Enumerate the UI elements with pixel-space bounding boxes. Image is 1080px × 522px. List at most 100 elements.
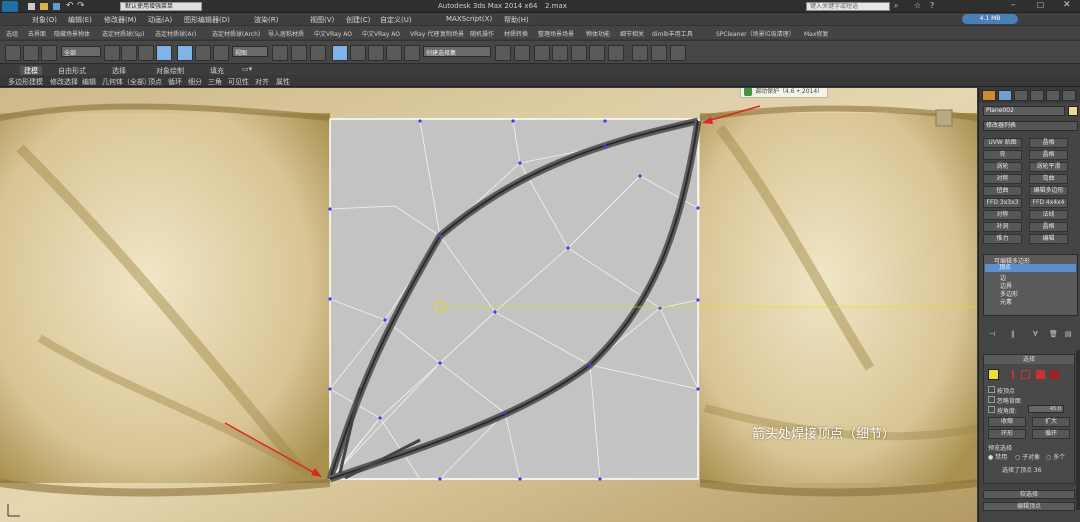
render-production-icon[interactable] [670,45,686,61]
select-object-icon[interactable] [104,45,120,61]
object-color-swatch[interactable] [1068,106,1078,116]
schematic-view-icon[interactable] [589,45,605,61]
selection-rollout-header[interactable]: 选择 [984,355,1074,364]
create-tab-icon[interactable] [982,90,996,101]
element-mode-icon[interactable] [1050,370,1059,379]
app-logo-icon[interactable] [2,1,18,12]
modifier-button-normal[interactable]: 法线 [1029,210,1068,220]
ribbon-panel-edit[interactable]: 编辑 [82,77,96,87]
ribbon-panel-triangulation[interactable]: 三角 [208,77,222,87]
undo-icon[interactable]: ↶ [66,1,74,11]
modifier-button-bend[interactable]: 弯曲 [1029,174,1068,184]
script-button[interactable]: 材质转换 [504,29,528,38]
modifier-button-ffd4[interactable]: FFD 4x4x4 [1029,198,1068,208]
script-button[interactable]: 整理场景场景 [538,29,574,38]
display-tab-icon[interactable] [1046,90,1060,101]
ribbon-options-icon[interactable]: ▭▾ [242,65,252,73]
preview-off-radio[interactable]: ● 禁用 [988,452,1007,461]
modifier-button-push[interactable]: 推力 [983,234,1022,244]
menu-edit[interactable]: 编辑(E) [68,15,92,25]
preview-subobject-radio[interactable]: ○ 子对象 [1015,452,1040,461]
script-button[interactable]: 导入居粘材质 [268,29,304,38]
search-input[interactable]: 键入关键字或短语 [806,2,890,11]
modifier-button-edit-poly[interactable]: 编辑多边形 [1029,186,1068,196]
help-icon[interactable]: ? [930,1,934,10]
percent-snap-icon[interactable] [368,45,384,61]
modifier-list-dropdown[interactable]: 修改器列表 [983,121,1078,131]
ribbon-panel-geometry[interactable]: 几何体（全部） [102,77,151,87]
ribbon-panel-loops[interactable]: 循环 [168,77,182,87]
modifier-button-symmetry[interactable]: 对称 [983,174,1022,184]
snap-toggle-icon[interactable] [332,45,348,61]
new-file-icon[interactable] [28,3,35,10]
by-vertex-checkbox[interactable]: 按顶点 [988,386,1015,395]
script-button[interactable]: dimlb丰用工具 [652,29,693,38]
modifier-button-symmetry[interactable]: 对称 [983,210,1022,220]
edge-mode-icon[interactable] [1005,370,1014,379]
ribbon-panel-visibility[interactable]: 可见性 [228,77,249,87]
angle-snap-icon[interactable] [350,45,366,61]
script-button[interactable]: 细节相关 [620,29,644,38]
motion-tab-icon[interactable] [1030,90,1044,101]
named-selection-dropdown[interactable]: 创建选择集 [423,46,491,57]
search-icon[interactable]: ⌕ [894,1,898,11]
panel-scrollbar[interactable] [1076,350,1080,510]
ring-button[interactable]: 环形 [988,429,1026,439]
pivot-center-icon[interactable] [272,45,288,61]
utilities-tab-icon[interactable] [1062,90,1076,101]
angle-spinner[interactable]: 45.0 [1028,405,1064,413]
script-button[interactable]: SPCleaner（场景垃圾清理） [716,29,795,38]
material-editor-icon[interactable] [608,45,624,61]
modifier-button-cap-holes[interactable]: 补洞 [983,222,1022,232]
ignore-backfacing-checkbox[interactable]: 忽略背面 [988,396,1021,405]
edit-vertices-rollout[interactable]: 编辑顶点 [983,502,1075,511]
menu-animation[interactable]: 动画(A) [148,15,172,25]
align-icon[interactable] [514,45,530,61]
viewport-canvas[interactable] [0,88,977,522]
stack-item-element[interactable]: 元素 [1000,297,1012,306]
menu-views[interactable]: 视图(V) [310,15,334,25]
make-unique-icon[interactable]: ∀ [1033,330,1038,338]
show-end-result-icon[interactable]: ‖ [1011,330,1015,338]
modifier-button-turbosmooth[interactable]: 涡轮平滑 [1029,162,1068,172]
script-button[interactable]: 中文VRay AO [362,29,400,38]
redo-icon[interactable]: ↷ [77,1,85,11]
stack-item-vertex[interactable]: 顶点 [985,264,1076,272]
script-button[interactable]: 选定材质球(Ar) [155,29,196,38]
modifier-button-lattice[interactable]: 晶格 [1029,150,1068,160]
script-button[interactable]: 中文VRay AO [314,29,352,38]
ribbon-panel-subdivision[interactable]: 细分 [188,77,202,87]
viewcube-icon[interactable] [935,109,953,127]
border-mode-icon[interactable] [1021,370,1030,379]
modifier-button-lattice[interactable]: 晶格 [1029,138,1068,148]
modifier-button-edit[interactable]: 编辑 [1029,234,1068,244]
by-angle-checkbox[interactable]: 按角度: [988,406,1017,415]
script-button[interactable]: 选定材质球(Sp) [102,29,144,38]
mirror-icon[interactable] [495,45,511,61]
menu-graph-editors[interactable]: 图形编辑器(D) [184,15,230,25]
menu-rendering[interactable]: 渲染(R) [254,15,278,25]
open-file-icon[interactable] [40,3,48,10]
curve-editor-icon[interactable] [571,45,587,61]
minimize-icon[interactable]: – [1011,0,1016,10]
remove-modifier-icon[interactable]: 🗑︎ [1049,330,1058,338]
select-manipulate-icon[interactable] [291,45,307,61]
modifier-button-uvw-map[interactable]: UVW 贴图 [983,138,1022,148]
edit-named-selection-icon[interactable] [404,45,420,61]
modifier-button-lattice[interactable]: 晶格 [1029,222,1068,232]
polygon-mode-icon[interactable] [1036,370,1045,379]
close-icon[interactable]: ✕ [1063,0,1071,10]
unlink-icon[interactable] [23,45,39,61]
pin-stack-icon[interactable]: ⊣ [989,330,995,338]
keyboard-shortcut-icon[interactable] [310,45,326,61]
bind-space-warp-icon[interactable] [41,45,57,61]
ribbon-panel-modify-selection[interactable]: 修改选择 [50,77,78,87]
menu-help[interactable]: 帮助(H) [504,15,529,25]
script-button[interactable]: Max修复 [804,29,828,38]
select-and-scale-icon[interactable] [213,45,229,61]
graphite-toggle-icon[interactable] [552,45,568,61]
spinner-snap-icon[interactable] [386,45,402,61]
script-button[interactable]: 去界面 [28,29,46,38]
link-icon[interactable] [5,45,21,61]
modifier-button-ffd3[interactable]: FFD 3x3x3 [983,198,1022,208]
